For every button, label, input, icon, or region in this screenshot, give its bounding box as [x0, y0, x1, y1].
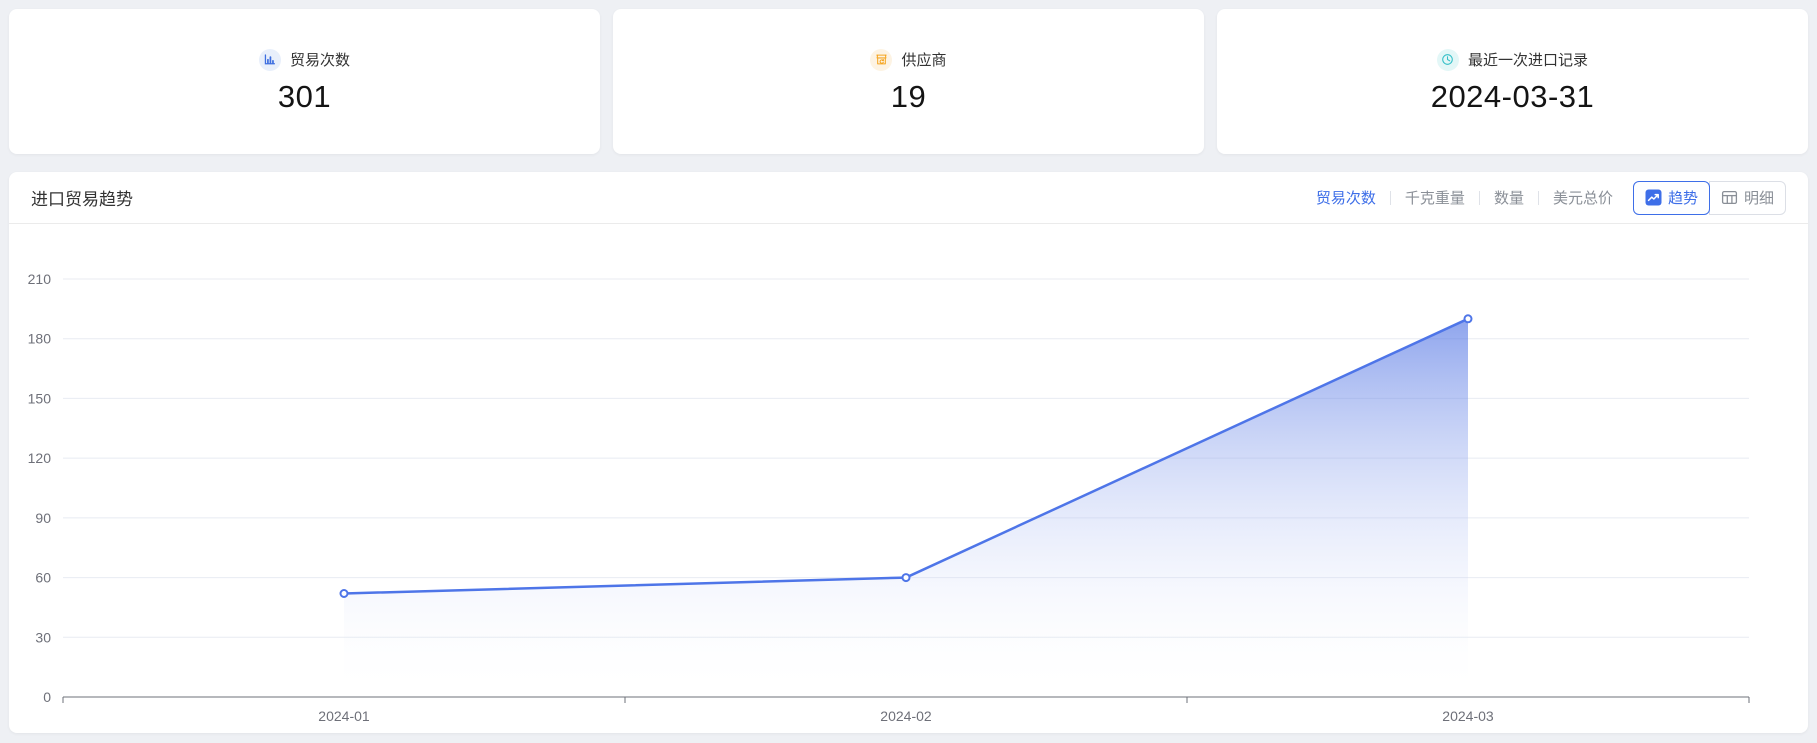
tab-divider	[1538, 191, 1539, 205]
tab-kg-weight[interactable]: 千克重量	[1405, 187, 1465, 208]
y-tick-label: 90	[35, 510, 51, 526]
y-tick-label: 120	[28, 450, 52, 466]
table-icon	[1721, 189, 1738, 206]
tab-divider	[1390, 191, 1391, 205]
tab-trade-count[interactable]: 贸易次数	[1316, 187, 1376, 208]
storefront-icon	[870, 49, 892, 71]
data-point[interactable]	[903, 574, 910, 581]
x-tick-label: 2024-03	[1442, 708, 1494, 724]
y-tick-label: 150	[28, 390, 52, 406]
y-tick-label: 30	[35, 629, 51, 645]
page-title: 进口贸易趋势	[31, 185, 133, 210]
data-point[interactable]	[341, 590, 348, 597]
stat-label: 最近一次进口记录	[1468, 49, 1588, 70]
detail-view-label: 明细	[1744, 187, 1774, 208]
trend-chart[interactable]: 0 30 60 90 120 150 180 210 2024-01 2024-02 2024-03	[9, 224, 1808, 732]
area-fill	[344, 319, 1468, 697]
stat-label: 供应商	[901, 49, 946, 70]
x-tick-label: 2024-01	[318, 708, 370, 724]
trend-view-button[interactable]: 趋势	[1633, 181, 1710, 215]
stat-value: 301	[278, 79, 331, 115]
y-tick-label: 180	[28, 331, 52, 347]
tab-divider	[1479, 191, 1480, 205]
y-tick-label: 0	[43, 689, 51, 705]
bar-chart-icon	[259, 49, 281, 71]
stat-value: 19	[891, 79, 926, 115]
trend-chart-icon	[1645, 189, 1662, 206]
stat-label: 贸易次数	[290, 49, 350, 70]
stat-card-latest-import: 最近一次进口记录 2024-03-31	[1217, 9, 1808, 154]
chart-header: 进口贸易趋势 贸易次数 千克重量 数量 美元总价 趋势	[9, 172, 1808, 224]
trend-section: 进口贸易趋势 贸易次数 千克重量 数量 美元总价 趋势	[9, 172, 1808, 733]
stat-value: 2024-03-31	[1431, 79, 1595, 115]
clock-icon	[1437, 49, 1459, 71]
x-tick-label: 2024-02	[880, 708, 932, 724]
view-toggle-group: 趋势 明细	[1633, 181, 1786, 215]
y-tick-label: 60	[35, 570, 51, 586]
detail-view-button[interactable]: 明细	[1709, 181, 1786, 215]
stat-card-trade-count: 贸易次数 301	[9, 9, 600, 154]
tab-quantity[interactable]: 数量	[1494, 187, 1524, 208]
stat-card-suppliers: 供应商 19	[613, 9, 1204, 154]
trend-view-label: 趋势	[1668, 187, 1698, 208]
y-tick-label: 210	[28, 271, 52, 287]
data-point[interactable]	[1465, 315, 1472, 322]
tab-usd-total[interactable]: 美元总价	[1553, 187, 1613, 208]
stats-row: 贸易次数 301 供应商 19	[9, 9, 1808, 154]
